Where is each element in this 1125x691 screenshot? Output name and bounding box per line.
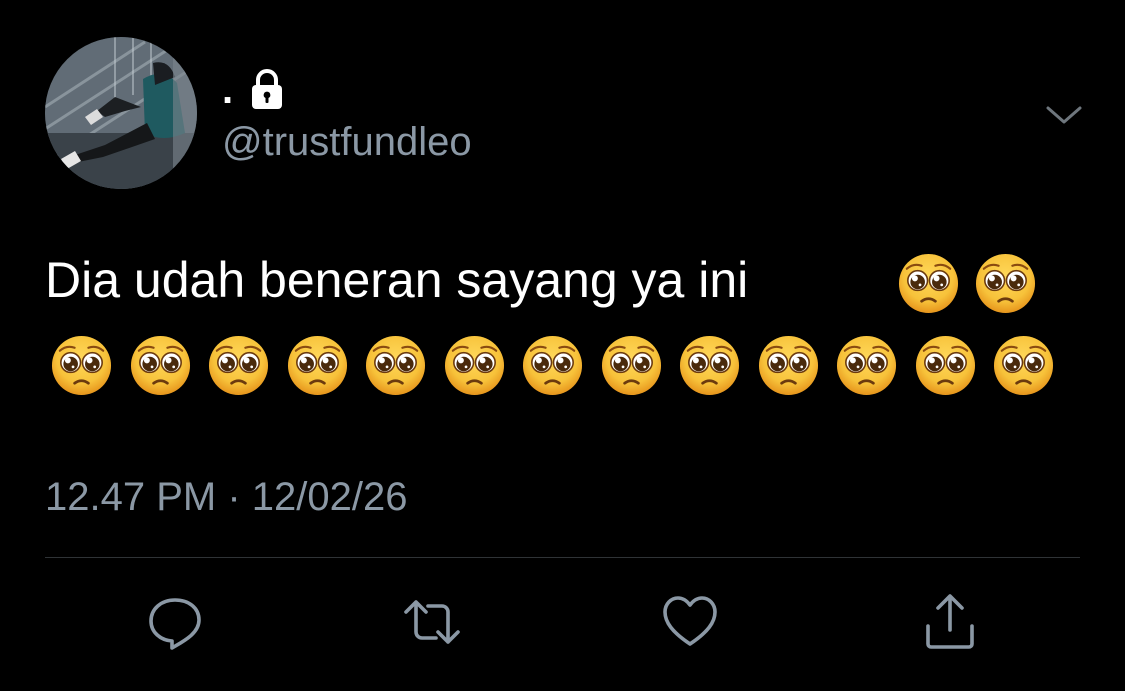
divider (45, 557, 1080, 558)
pleading-face-emoji (50, 334, 113, 397)
retweet-icon (404, 600, 460, 644)
emoji-row (897, 252, 1037, 315)
user-handle[interactable]: @trustfundleo (222, 118, 472, 166)
pleading-face-emoji (364, 334, 427, 397)
pleading-face-emoji (129, 334, 192, 397)
tweet-timestamp[interactable]: 12.47 PM · 12/02/26 (45, 473, 407, 521)
display-name[interactable]: . (222, 70, 233, 110)
lock-icon (252, 69, 283, 109)
like-button[interactable] (660, 592, 720, 652)
retweet-button[interactable] (402, 592, 462, 652)
pleading-face-emoji (974, 252, 1037, 315)
pleading-face-emoji (835, 334, 898, 397)
profile-photo (45, 37, 197, 189)
heart-icon (663, 596, 717, 646)
pleading-face-emoji (914, 334, 977, 397)
pleading-face-emoji (207, 334, 270, 397)
name-row: . (222, 62, 289, 110)
tweet-card: . @trustfundleo Dia udah beneran sayang … (0, 0, 1125, 691)
pleading-face-emoji (286, 334, 349, 397)
pleading-face-emoji (897, 252, 960, 315)
share-icon (926, 594, 974, 649)
action-bar (0, 592, 1125, 656)
pleading-face-emoji (757, 334, 820, 397)
pleading-face-emoji (678, 334, 741, 397)
pleading-face-emoji (443, 334, 506, 397)
pleading-face-emoji (600, 334, 663, 397)
reply-button[interactable] (145, 592, 205, 652)
pleading-face-emoji (521, 334, 584, 397)
emoji-row (50, 334, 1055, 397)
pleading-face-emoji (992, 334, 1055, 397)
avatar[interactable] (45, 37, 197, 189)
reply-icon (149, 598, 201, 650)
share-button[interactable] (920, 592, 980, 652)
chevron-down-icon[interactable] (1044, 96, 1084, 136)
